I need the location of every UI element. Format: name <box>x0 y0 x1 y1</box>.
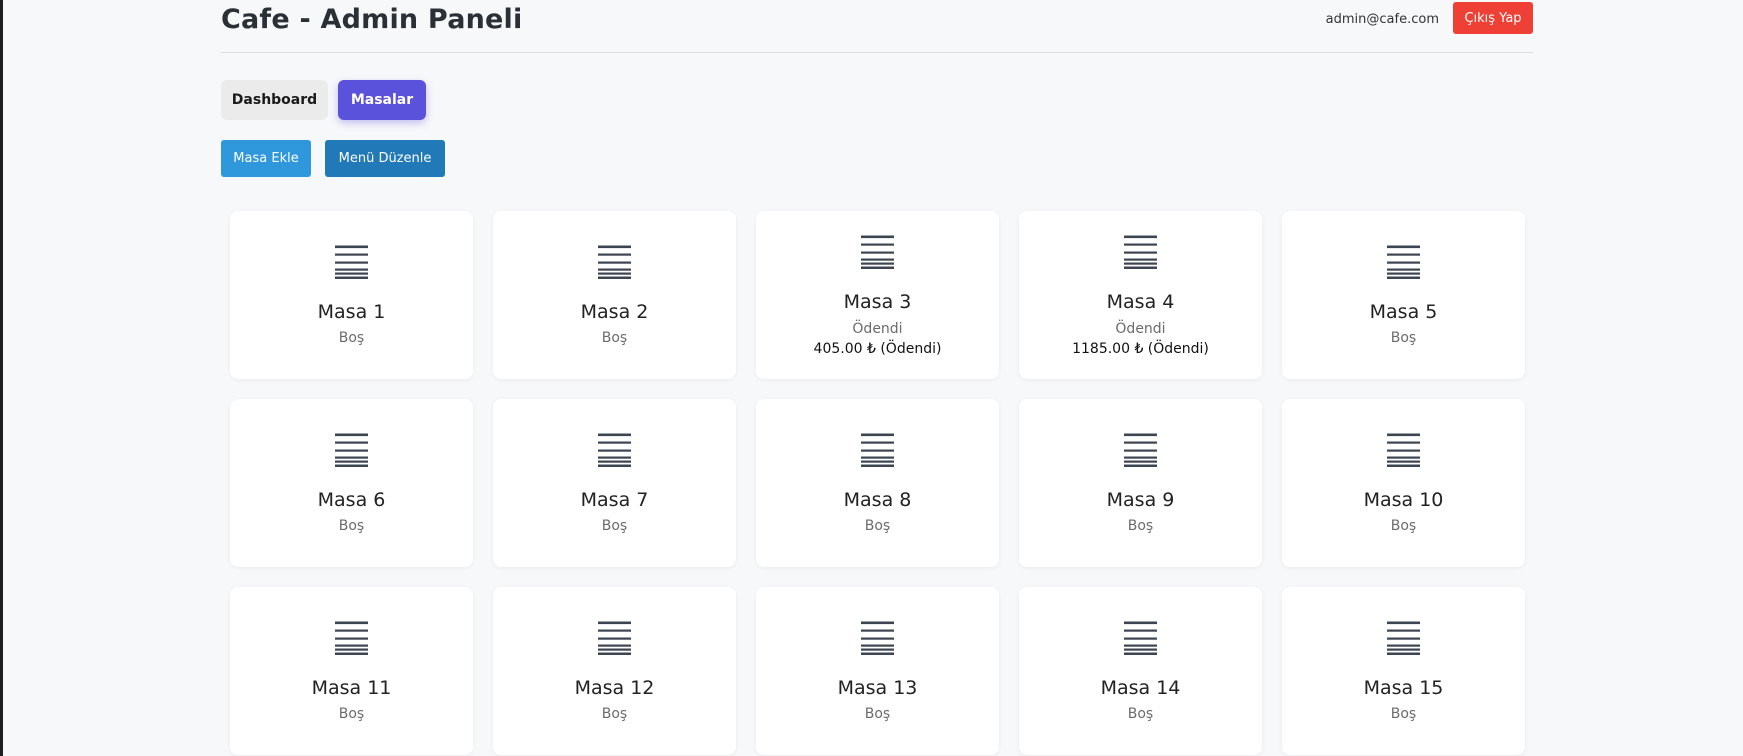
table-card[interactable]: Masa 4 Ödendi 1185.00 ₺ (Ödendi) <box>1019 211 1262 379</box>
table-icon <box>861 235 894 270</box>
tab-masalar[interactable]: Masalar <box>338 80 426 120</box>
table-icon <box>1124 621 1157 656</box>
table-icon <box>598 433 631 468</box>
table-status: Boş <box>864 706 891 722</box>
table-amount: 1185.00 ₺ (Ödendi) <box>1072 341 1209 357</box>
table-name: Masa 10 <box>1363 489 1444 511</box>
table-icon <box>335 433 368 468</box>
table-name: Masa 3 <box>843 291 912 313</box>
table-card[interactable]: Masa 1 Boş <box>230 211 473 379</box>
table-status: Boş <box>601 518 628 534</box>
table-status: Boş <box>338 706 365 722</box>
table-status: Ödendi <box>1115 321 1166 337</box>
table-card[interactable]: Masa 14 Boş <box>1019 587 1262 755</box>
table-status: Boş <box>338 330 365 346</box>
table-status: Boş <box>1127 706 1154 722</box>
table-status: Boş <box>1390 518 1417 534</box>
table-status: Boş <box>601 330 628 346</box>
table-name: Masa 4 <box>1106 291 1175 313</box>
table-status: Ödendi <box>852 321 903 337</box>
table-card[interactable]: Masa 3 Ödendi 405.00 ₺ (Ödendi) <box>756 211 999 379</box>
table-name: Masa 11 <box>311 677 392 699</box>
table-icon <box>1124 235 1157 270</box>
table-status: Boş <box>338 518 365 534</box>
table-name: Masa 12 <box>574 677 655 699</box>
table-icon <box>598 245 631 280</box>
table-name: Masa 13 <box>837 677 918 699</box>
table-name: Masa 2 <box>580 301 649 323</box>
table-status: Boş <box>1390 330 1417 346</box>
table-card[interactable]: Masa 15 Boş <box>1282 587 1525 755</box>
table-icon <box>1387 433 1420 468</box>
table-status: Boş <box>1127 518 1154 534</box>
table-card[interactable]: Masa 8 Boş <box>756 399 999 567</box>
table-name: Masa 9 <box>1106 489 1175 511</box>
table-name: Masa 15 <box>1363 677 1444 699</box>
table-icon <box>1387 621 1420 656</box>
table-status: Boş <box>601 706 628 722</box>
table-card[interactable]: Masa 13 Boş <box>756 587 999 755</box>
table-icon <box>861 433 894 468</box>
table-name: Masa 8 <box>843 489 912 511</box>
table-card[interactable]: Masa 7 Boş <box>493 399 736 567</box>
table-card[interactable]: Masa 11 Boş <box>230 587 473 755</box>
table-icon <box>335 245 368 280</box>
table-card[interactable]: Masa 10 Boş <box>1282 399 1525 567</box>
table-card[interactable]: Masa 9 Boş <box>1019 399 1262 567</box>
table-name: Masa 5 <box>1369 301 1438 323</box>
table-name: Masa 6 <box>317 489 386 511</box>
table-card[interactable]: Masa 12 Boş <box>493 587 736 755</box>
edit-menu-button[interactable]: Menü Düzenle <box>325 140 445 177</box>
table-card[interactable]: Masa 2 Boş <box>493 211 736 379</box>
table-amount: 405.00 ₺ (Ödendi) <box>813 341 942 357</box>
user-email: admin@cafe.com <box>1325 12 1439 27</box>
table-icon <box>335 621 368 656</box>
table-icon <box>1387 245 1420 280</box>
add-table-button[interactable]: Masa Ekle <box>221 140 311 177</box>
tab-dashboard[interactable]: Dashboard <box>221 80 328 120</box>
table-status: Boş <box>864 518 891 534</box>
header: Cafe - Admin Paneli admin@cafe.com Çıkış… <box>221 0 1533 53</box>
table-status: Boş <box>1390 706 1417 722</box>
table-name: Masa 7 <box>580 489 649 511</box>
table-card[interactable]: Masa 6 Boş <box>230 399 473 567</box>
table-icon <box>598 621 631 656</box>
admin-container: Cafe - Admin Paneli admin@cafe.com Çıkış… <box>221 0 1533 756</box>
page-title: Cafe - Admin Paneli <box>221 4 523 35</box>
table-icon <box>1124 433 1157 468</box>
table-name: Masa 14 <box>1100 677 1181 699</box>
table-name: Masa 1 <box>317 301 386 323</box>
table-icon <box>861 621 894 656</box>
window-edge <box>0 0 3 756</box>
table-card[interactable]: Masa 5 Boş <box>1282 211 1525 379</box>
logout-button[interactable]: Çıkış Yap <box>1453 2 1533 34</box>
